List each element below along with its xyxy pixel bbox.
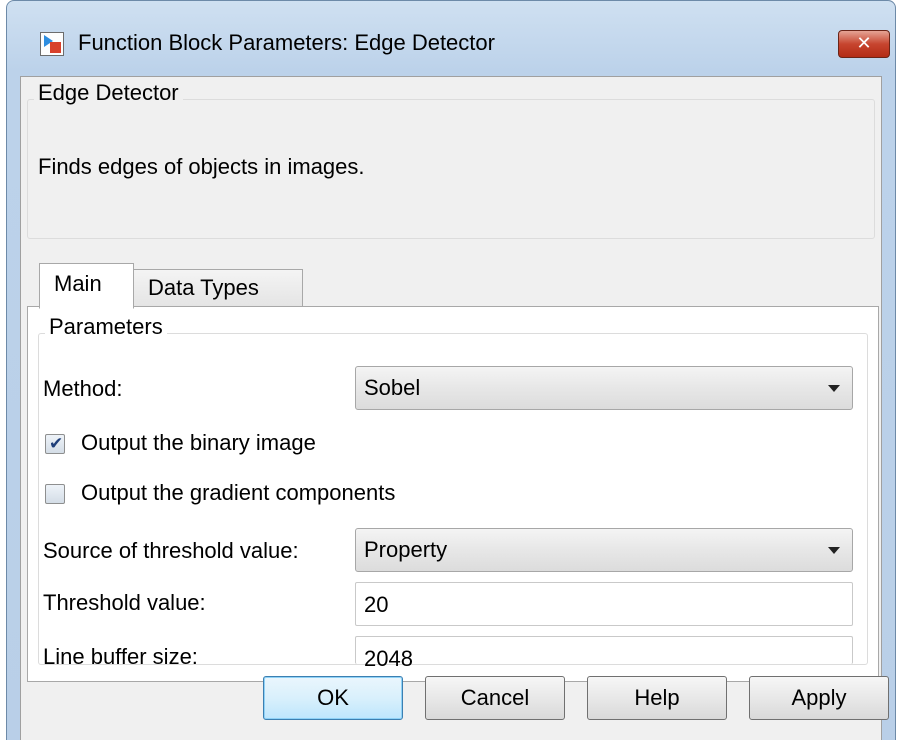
threshold-value-label: Threshold value: (43, 590, 206, 615)
line-buffer-input[interactable]: 2048 (355, 636, 853, 671)
threshold-value-input[interactable]: 20 (355, 582, 853, 626)
apply-button[interactable]: Apply (749, 676, 889, 720)
dialog-client-area: Edge Detector Finds edges of objects in … (20, 76, 882, 740)
chevron-down-icon (828, 385, 840, 392)
line-buffer-label: Line buffer size: (43, 644, 198, 669)
button-bar: OK Cancel Help Apply (0, 676, 903, 722)
dialog-window: Function Block Parameters: Edge Detector… (0, 0, 903, 740)
description-text: Finds edges of objects in images. (38, 154, 365, 179)
check-icon: ✔ (49, 434, 64, 454)
cancel-button[interactable]: Cancel (425, 676, 565, 720)
output-gradient-label[interactable]: Output the gradient components (81, 480, 395, 506)
threshold-source-value: Property (364, 537, 448, 562)
ok-button[interactable]: OK (263, 676, 403, 720)
output-gradient-checkbox[interactable] (45, 484, 65, 504)
output-binary-label[interactable]: Output the binary image (81, 430, 316, 456)
help-button[interactable]: Help (587, 676, 727, 720)
window-title: Function Block Parameters: Edge Detector (78, 30, 495, 55)
description-group: Edge Detector Finds edges of objects in … (27, 80, 875, 239)
threshold-value-text: 20 (364, 592, 389, 617)
threshold-source-dropdown[interactable]: Property (355, 528, 853, 572)
parameters-group-title: Parameters (45, 314, 167, 340)
description-group-title: Edge Detector (34, 80, 183, 106)
method-dropdown-value: Sobel (364, 375, 421, 400)
simulink-block-icon (40, 32, 64, 56)
close-icon[interactable]: ✕ (838, 30, 890, 58)
app-icon-square (50, 42, 61, 53)
tab-strip: Main Data Types (29, 263, 869, 309)
tab-main[interactable]: Main (39, 263, 134, 309)
method-label: Method: (43, 376, 123, 401)
method-dropdown[interactable]: Sobel (355, 366, 853, 410)
output-binary-checkbox[interactable]: ✔ (45, 434, 65, 454)
title-bar[interactable]: Function Block Parameters: Edge Detector… (6, 0, 896, 88)
main-tab-panel: Parameters Method: Sobel ✔ Output the bi… (27, 306, 879, 682)
chevron-down-icon (828, 547, 840, 554)
parameters-group: Parameters Method: Sobel ✔ Output the bi… (38, 314, 868, 671)
threshold-source-label: Source of threshold value: (43, 538, 299, 563)
line-buffer-text: 2048 (364, 646, 413, 671)
tab-data-types[interactable]: Data Types (133, 269, 303, 307)
